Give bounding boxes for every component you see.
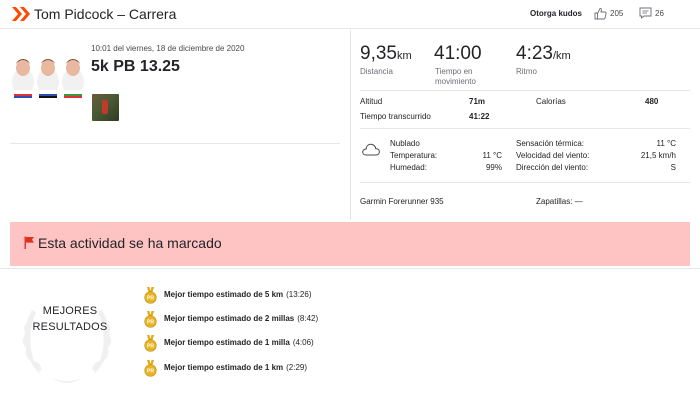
comment-count[interactable]: 26 <box>655 9 664 18</box>
elevation-value: 71m <box>469 97 486 106</box>
activity-photo-thumbnail[interactable] <box>92 94 119 121</box>
flagged-message: Esta actividad se ha marcado <box>38 235 222 251</box>
flag-icon <box>24 236 34 249</box>
best-effort-label: Mejor tiempo estimado de 2 millas (8:42) <box>164 314 319 323</box>
flagged-activity-banner: Esta actividad se ha marcado <box>10 222 690 266</box>
pr-medal-label: PR <box>147 296 154 302</box>
shoes-info: Zapatillas: — <box>536 197 583 206</box>
best-effort-time: (8:42) <box>297 314 319 323</box>
thumbs-up-icon[interactable] <box>594 7 607 20</box>
wind-direction-value: S <box>670 163 676 172</box>
pr-medal-icon: PR <box>144 360 157 377</box>
wind-speed-value: 21,5 km/h <box>640 151 676 160</box>
feels-like-label: Sensación térmica: <box>516 139 585 148</box>
pace-value: 4:23/km <box>516 43 571 64</box>
best-effort-label: Mejor tiempo estimado de 1 km (2:29) <box>164 363 308 372</box>
moving-time-label: Tiempo en movimiento <box>435 67 476 86</box>
strava-chevron-icon <box>12 7 30 21</box>
stats-divider <box>360 90 690 91</box>
section-divider <box>0 268 700 269</box>
temperature-label: Temperatura: <box>390 151 438 160</box>
comment-icon[interactable] <box>639 7 652 19</box>
vertical-divider <box>350 30 351 220</box>
best-effort-label: Mejor tiempo estimado de 5 km (13:26) <box>164 290 312 299</box>
give-kudos-button[interactable]: Otorga kudos <box>530 9 582 18</box>
weather-divider <box>360 182 690 183</box>
pr-medal-icon: PR <box>144 311 157 328</box>
humidity-label: Humedad: <box>390 163 427 172</box>
activity-date: 10:01 del viernes, 18 de diciembre de 20… <box>91 44 245 53</box>
humidity-value: 99% <box>485 163 502 172</box>
best-effort-time: (2:29) <box>286 363 308 372</box>
kudos-count[interactable]: 205 <box>610 9 623 18</box>
pr-medal-label: PR <box>147 344 154 350</box>
elapsed-time-label: Tiempo transcurrido <box>360 112 431 121</box>
distance-label: Distancia <box>360 67 393 76</box>
page-title: Tom Pidcock – Carrera <box>34 6 177 22</box>
moving-time-value: 41:00 <box>434 43 482 64</box>
pr-medal-icon: PR <box>144 335 157 352</box>
pr-medal-label: PR <box>147 320 154 326</box>
laurel-wreath-icon <box>22 310 112 383</box>
distance-value: 9,35km <box>360 43 412 64</box>
details-divider <box>360 128 690 129</box>
device-name: Garmin Forerunner 935 <box>360 197 444 206</box>
feels-like-value: 11 °C <box>656 139 676 148</box>
pr-medal-label: PR <box>147 369 154 375</box>
pr-medal-icon: PR <box>144 287 157 304</box>
wind-speed-label: Velocidad del viento: <box>516 151 590 160</box>
activity-header: Tom Pidcock – Carrera Otorga kudos 205 2… <box>0 0 700 29</box>
elapsed-time-value: 41:22 <box>469 112 490 121</box>
activity-name: 5k PB 13.25 <box>91 58 180 75</box>
weather-condition: Nublado <box>390 139 420 148</box>
temperature-value: 11 °C <box>482 151 502 160</box>
athlete-avatars[interactable] <box>10 54 88 104</box>
pace-label: Ritmo <box>516 67 537 76</box>
left-divider <box>10 143 340 144</box>
wind-direction-label: Dirección del viento: <box>516 163 589 172</box>
calories-value: 480 <box>645 97 659 106</box>
best-effort-time: (13:26) <box>286 290 312 299</box>
best-efforts-title: MEJORES RESULTADOS <box>32 305 108 333</box>
cloud-icon <box>362 143 380 156</box>
calories-label: Calorías <box>536 97 566 106</box>
best-effort-label: Mejor tiempo estimado de 1 milla (4:06) <box>164 338 314 347</box>
best-effort-time: (4:06) <box>292 338 314 347</box>
elevation-label: Altitud <box>360 97 383 106</box>
